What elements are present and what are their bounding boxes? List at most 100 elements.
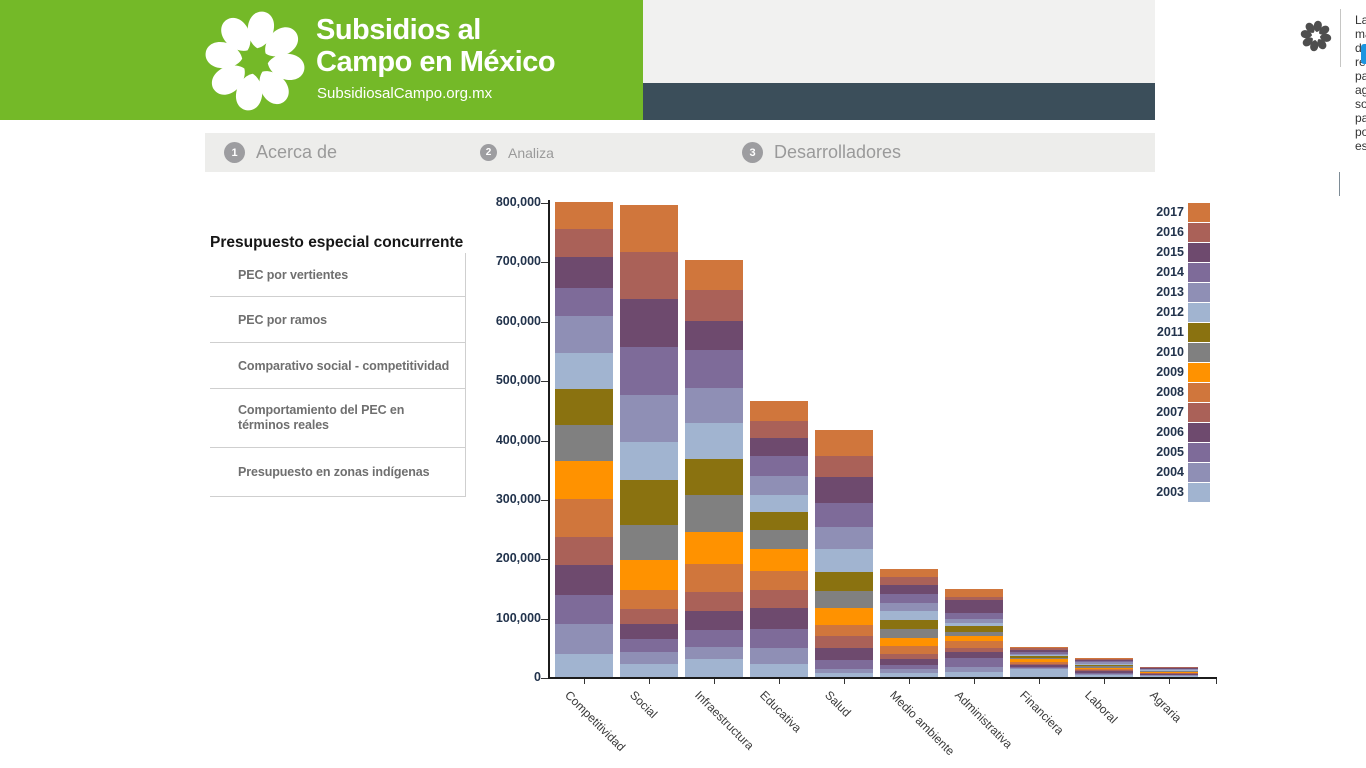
bar-segment-2013[interactable] — [685, 388, 743, 423]
bar-segment-2009[interactable] — [750, 549, 808, 571]
bar-segment-2003[interactable] — [620, 664, 678, 677]
bar-segment-2013[interactable] — [620, 395, 678, 442]
bar-segment-2016[interactable] — [880, 577, 938, 585]
bar-segment-2003[interactable] — [685, 659, 743, 677]
bar-segment-2003[interactable] — [815, 673, 873, 677]
bar-segment-2004[interactable] — [555, 624, 613, 654]
bar-segment-2004[interactable] — [750, 648, 808, 664]
bar-segment-2015[interactable] — [555, 257, 613, 288]
bar-segment-2017[interactable] — [750, 401, 808, 421]
bar-segment-2003[interactable] — [1010, 669, 1068, 677]
legend-label-2004[interactable]: 2004 — [1124, 463, 1184, 482]
legend-swatch-2016[interactable] — [1188, 223, 1210, 242]
bar-administrativa[interactable] — [945, 589, 1003, 677]
bar-segment-2016[interactable] — [620, 252, 678, 299]
bar-financiera[interactable] — [1010, 647, 1068, 677]
bar-segment-2011[interactable] — [815, 572, 873, 591]
legend-swatch-2014[interactable] — [1188, 263, 1210, 282]
bar-segment-2010[interactable] — [685, 495, 743, 532]
bar-segment-2005[interactable] — [945, 658, 1003, 667]
legend-swatch-2003[interactable] — [1188, 483, 1210, 502]
bar-segment-2015[interactable] — [880, 585, 938, 594]
legend-label-2013[interactable]: 2013 — [1124, 283, 1184, 302]
legend-swatch-2009[interactable] — [1188, 363, 1210, 382]
bar-segment-2009[interactable] — [620, 560, 678, 590]
bar-infraestructura[interactable] — [685, 260, 743, 677]
bar-segment-2012[interactable] — [555, 353, 613, 389]
bar-segment-2004[interactable] — [620, 652, 678, 664]
legend-swatch-2007[interactable] — [1188, 403, 1210, 422]
bar-segment-2007[interactable] — [815, 636, 873, 648]
legend-label-2016[interactable]: 2016 — [1124, 223, 1184, 242]
legend-swatch-2012[interactable] — [1188, 303, 1210, 322]
bar-segment-2012[interactable] — [685, 423, 743, 459]
legend-swatch-2006[interactable] — [1188, 423, 1210, 442]
bar-segment-2003[interactable] — [945, 672, 1003, 677]
bar-segment-2012[interactable] — [620, 442, 678, 480]
bar-segment-2007[interactable] — [750, 590, 808, 608]
legend-label-2005[interactable]: 2005 — [1124, 443, 1184, 462]
legend-swatch-2013[interactable] — [1188, 283, 1210, 302]
bar-segment-2015[interactable] — [685, 321, 743, 349]
bar-segment-2008[interactable] — [815, 625, 873, 636]
bar-segment-2014[interactable] — [880, 594, 938, 603]
bar-segment-2015[interactable] — [750, 438, 808, 456]
bar-segment-2010[interactable] — [620, 525, 678, 560]
bar-segment-2003[interactable] — [880, 673, 938, 677]
legend-label-2003[interactable]: 2003 — [1124, 483, 1184, 502]
bar-segment-2009[interactable] — [555, 461, 613, 498]
bar-segment-2007[interactable] — [685, 592, 743, 611]
bar-segment-2007[interactable] — [555, 537, 613, 565]
bar-segment-2013[interactable] — [880, 603, 938, 612]
legend-label-2017[interactable]: 2017 — [1124, 203, 1184, 222]
bar-segment-2005[interactable] — [750, 629, 808, 648]
bar-segment-2003[interactable] — [1075, 675, 1133, 677]
bar-segment-2007[interactable] — [620, 609, 678, 624]
bar-segment-2003[interactable] — [1140, 676, 1198, 677]
legend-label-2009[interactable]: 2009 — [1124, 363, 1184, 382]
bar-salud[interactable] — [815, 430, 873, 677]
bar-segment-2011[interactable] — [555, 389, 613, 425]
bar-segment-2005[interactable] — [555, 595, 613, 624]
bar-segment-2014[interactable] — [685, 350, 743, 388]
bar-segment-2016[interactable] — [555, 229, 613, 257]
legend-swatch-2010[interactable] — [1188, 343, 1210, 362]
bar-competitividad[interactable] — [555, 202, 613, 677]
bar-segment-2014[interactable] — [815, 503, 873, 527]
bar-segment-2016[interactable] — [815, 456, 873, 477]
bar-segment-2010[interactable] — [555, 425, 613, 462]
bar-segment-2014[interactable] — [555, 288, 613, 316]
bar-segment-2006[interactable] — [555, 565, 613, 594]
bar-social[interactable] — [620, 205, 678, 677]
legend-label-2011[interactable]: 2011 — [1124, 323, 1184, 342]
bar-segment-2014[interactable] — [620, 347, 678, 395]
bar-segment-2015[interactable] — [815, 477, 873, 503]
bar-segment-2005[interactable] — [685, 630, 743, 647]
legend-swatch-2017[interactable] — [1188, 203, 1210, 222]
legend-swatch-2011[interactable] — [1188, 323, 1210, 342]
bar-segment-2013[interactable] — [750, 476, 808, 495]
bar-medio-ambiente[interactable] — [880, 569, 938, 677]
legend-swatch-2015[interactable] — [1188, 243, 1210, 262]
bar-segment-2010[interactable] — [880, 629, 938, 638]
bar-segment-2005[interactable] — [620, 639, 678, 652]
bar-segment-2017[interactable] — [685, 260, 743, 289]
bar-segment-2003[interactable] — [750, 664, 808, 677]
bar-segment-2008[interactable] — [750, 571, 808, 589]
legend-label-2010[interactable]: 2010 — [1124, 343, 1184, 362]
bar-segment-2013[interactable] — [815, 527, 873, 549]
bar-segment-2011[interactable] — [880, 620, 938, 629]
bar-segment-2009[interactable] — [685, 532, 743, 564]
bar-segment-2015[interactable] — [945, 600, 1003, 612]
legend-label-2006[interactable]: 2006 — [1124, 423, 1184, 442]
legend-swatch-2005[interactable] — [1188, 443, 1210, 462]
bar-segment-2009[interactable] — [880, 638, 938, 646]
bar-segment-2008[interactable] — [620, 590, 678, 608]
bar-segment-2012[interactable] — [815, 549, 873, 572]
legend-label-2014[interactable]: 2014 — [1124, 263, 1184, 282]
bar-segment-2008[interactable] — [555, 499, 613, 537]
bar-segment-2010[interactable] — [815, 591, 873, 608]
bar-segment-2012[interactable] — [750, 495, 808, 513]
bar-segment-2008[interactable] — [945, 641, 1003, 648]
bar-segment-2011[interactable] — [685, 459, 743, 496]
